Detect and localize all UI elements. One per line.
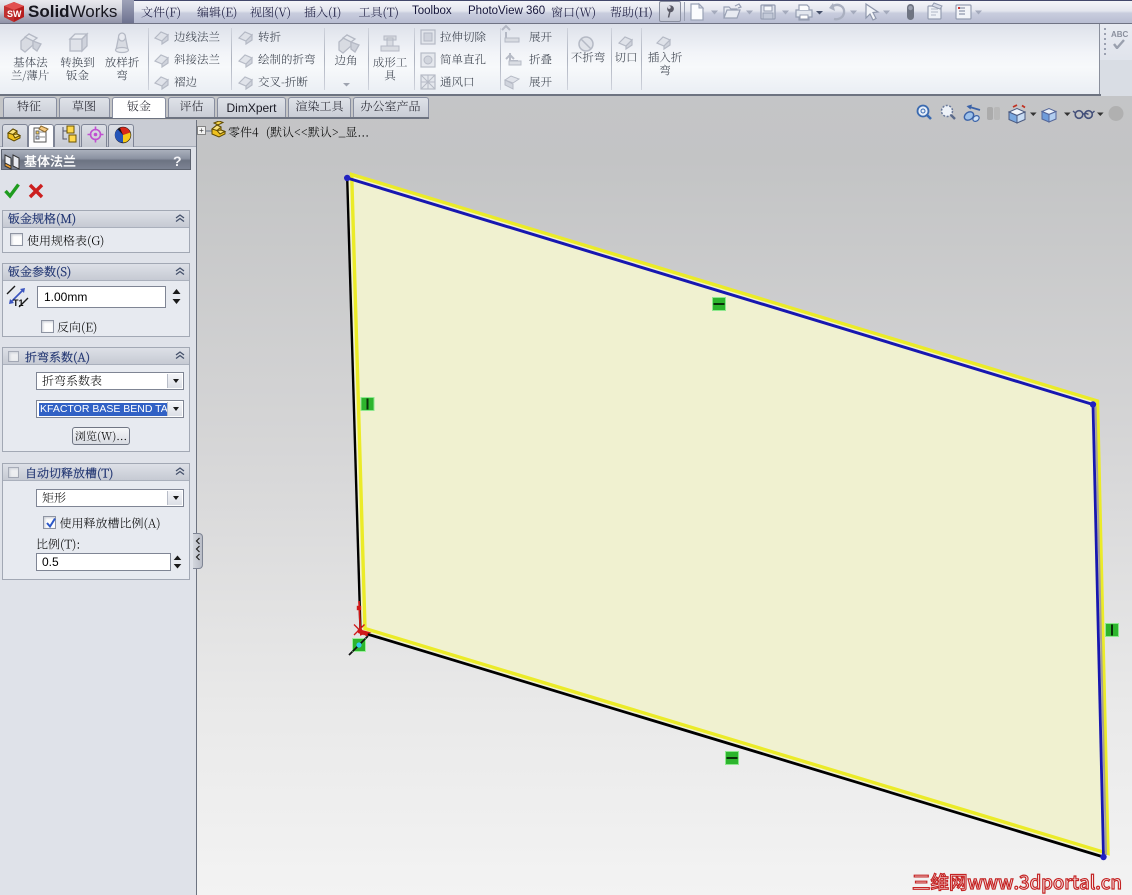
svg-text:SW: SW bbox=[7, 9, 22, 19]
